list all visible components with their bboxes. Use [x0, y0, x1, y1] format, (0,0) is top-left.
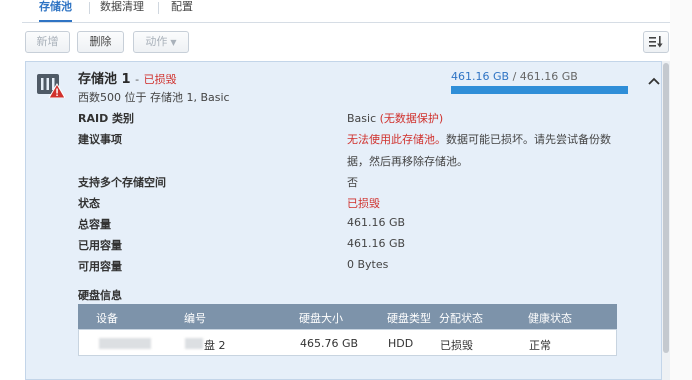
redacted-number-prefix: [185, 338, 203, 349]
advice-line-1: 无法使用此存储池。数据可能已损坏。请先尝试备份数: [347, 131, 611, 147]
advice-unusable: 无法使用此存储池。: [347, 133, 446, 146]
col-health: 健康状态: [528, 312, 572, 325]
raid-type-value: Basic (无数据保护): [347, 110, 443, 126]
status-value: 已损毁: [347, 197, 380, 210]
advice-backup-hint: 数据可能已损坏。请先尝试备份数: [446, 133, 611, 146]
capacity-readout: 461.16 GB / 461.16 GB: [451, 70, 578, 83]
chevron-up-icon[interactable]: [648, 76, 660, 86]
used-capacity-value: 461.16 GB: [347, 237, 406, 250]
disk-table: 设备 编号 硬盘大小 硬盘类型 分配状态 健康状态 盘 2 465.76 GB …: [78, 304, 617, 356]
sort-icon: [649, 36, 663, 48]
disk-number: 盘 2: [204, 339, 226, 352]
capacity-total: 461.16 GB: [519, 70, 578, 83]
disk-table-header: 设备 编号 硬盘大小 硬盘类型 分配状态 健康状态: [78, 304, 617, 329]
sort-button[interactable]: [643, 31, 669, 53]
tab-divider: [89, 2, 90, 14]
total-capacity-label: 总容量: [78, 218, 111, 231]
advice-line-2: 据，然后再移除存储池。: [347, 155, 468, 168]
disk-health: 正常: [529, 339, 551, 352]
available-capacity-value: 0 Bytes: [347, 258, 389, 271]
disk-allocation: 已损毁: [440, 339, 473, 352]
disk-size: 465.76 GB: [300, 337, 359, 350]
action-label: 动作: [145, 35, 168, 48]
action-dropdown[interactable]: 动作 ▼: [133, 31, 189, 53]
capacity-used: 461.16 GB: [451, 70, 510, 83]
col-size: 硬盘大小: [299, 312, 343, 325]
tab-bar: 存储池 数据清理 配置: [22, 0, 670, 23]
delete-button[interactable]: 删除: [77, 31, 124, 53]
storage-pool-warning-icon: [37, 74, 65, 98]
window-edge: [670, 0, 692, 380]
raid-type-label: RAID 类别: [78, 112, 135, 125]
chevron-down-icon: ▼: [170, 38, 177, 47]
tab-storage-pool[interactable]: 存储池: [39, 0, 72, 22]
pool-status: 已损毁: [143, 73, 177, 86]
pool-title: 存储池 1 - 已损毁: [78, 68, 177, 87]
advice-label: 建议事项: [78, 133, 122, 146]
pool-name: 存储池 1: [78, 72, 131, 87]
total-capacity-value: 461.16 GB: [347, 216, 406, 229]
col-allocation: 分配状态: [439, 312, 483, 325]
col-number: 编号: [184, 312, 206, 325]
capacity-separator: /: [512, 70, 517, 83]
tab-divider: [158, 2, 159, 14]
disk-info-title: 硬盘信息: [78, 289, 122, 302]
multi-volume-label: 支持多个存储空间: [78, 176, 166, 189]
pool-subtitle: 西数500 位于 存储池 1, Basic: [78, 91, 230, 104]
tab-data-scrubbing[interactable]: 数据清理: [100, 0, 144, 22]
scrollbar-thumb[interactable]: [663, 63, 669, 353]
available-capacity-label: 可用容量: [78, 260, 122, 273]
col-type: 硬盘类型: [387, 312, 431, 325]
raid-type-text: Basic: [347, 112, 377, 125]
redacted-device: [99, 338, 151, 349]
create-button[interactable]: 新增: [25, 31, 70, 53]
table-row[interactable]: 盘 2 465.76 GB HDD 已损毁 正常: [78, 329, 617, 356]
capacity-bar: [451, 86, 628, 94]
capacity-bar-fill: [451, 86, 628, 94]
status-label: 状态: [78, 197, 100, 210]
col-device: 设备: [96, 312, 118, 325]
tab-settings[interactable]: 配置: [171, 0, 193, 22]
multi-volume-value: 否: [347, 176, 358, 189]
used-capacity-label: 已用容量: [78, 239, 122, 252]
raid-type-note: (无数据保护): [379, 112, 444, 125]
disk-type: HDD: [388, 337, 414, 350]
pool-title-dash: -: [135, 73, 140, 86]
